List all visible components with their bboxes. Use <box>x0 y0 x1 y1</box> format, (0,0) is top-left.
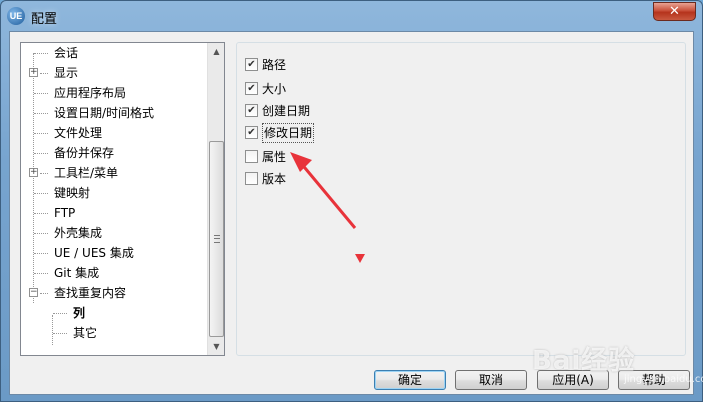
watermark-url: jingyan.baidu.com <box>624 374 703 385</box>
tree-connector <box>34 153 48 154</box>
tree-connector <box>34 113 48 114</box>
close-button[interactable]: ✕ <box>653 2 696 21</box>
tree-item-label: 查找重复内容 <box>54 286 127 300</box>
checkbox-checked-icon[interactable]: ✔ <box>245 58 258 71</box>
option-label: 路径 <box>262 58 287 72</box>
checkbox-checked-icon[interactable]: ✔ <box>245 126 258 139</box>
title-bar[interactable]: UE 配置 ✕ <box>1 1 702 31</box>
watermark: Bai经验 <box>532 346 636 376</box>
collapse-minus-icon[interactable]: − <box>29 288 38 297</box>
tree-item-label: 其它 <box>73 326 98 340</box>
tree-connector <box>34 53 48 54</box>
tree-connector <box>34 93 48 94</box>
tree-guide-line <box>33 53 34 303</box>
tree-connector <box>34 273 48 274</box>
window-title: 配置 <box>31 12 58 27</box>
tree-connector <box>53 333 67 334</box>
option-label: 属性 <box>262 150 287 164</box>
tree-item-label: 备份并保存 <box>54 146 115 160</box>
app-icon: UE <box>7 7 25 25</box>
scroll-down-icon[interactable]: ▼ <box>208 338 225 355</box>
scrollbar-thumb[interactable] <box>209 141 224 337</box>
tree-item-label: 设置日期/时间格式 <box>54 106 155 120</box>
option-label: 版本 <box>262 172 287 186</box>
option-label: 大小 <box>262 82 287 96</box>
tree-item-label: 应用程序布局 <box>54 86 127 100</box>
tree-item-label: 工具栏/菜单 <box>54 166 119 180</box>
tree-connector <box>34 193 48 194</box>
tree-item-label: 会话 <box>54 46 79 60</box>
tree-item-label: 键映射 <box>54 186 91 200</box>
tree-item-label: 列 <box>73 306 86 320</box>
tree-connector <box>40 173 48 174</box>
checkbox-checked-icon[interactable]: ✔ <box>245 104 258 117</box>
tree-connector <box>34 233 48 234</box>
ok-button[interactable]: 确定 <box>374 370 446 390</box>
checkbox-unchecked-icon[interactable] <box>245 150 258 163</box>
tree-item-label: UE / UES 集成 <box>54 246 134 260</box>
checkbox-checked-icon[interactable]: ✔ <box>245 82 258 95</box>
tree-scrollbar[interactable]: ▲ ▼ <box>207 43 224 355</box>
tree-item-label: Git 集成 <box>54 266 100 280</box>
expand-plus-icon[interactable]: + <box>29 168 38 177</box>
tree-item-label: 外壳集成 <box>54 226 103 240</box>
tree-guide-line-child <box>52 315 53 345</box>
tree-connector <box>34 213 48 214</box>
tree-item-label: FTP <box>54 206 76 220</box>
grip-icon <box>214 235 220 243</box>
option-label: 修改日期 <box>262 123 315 143</box>
settings-tree: 会话 + 显示 应用程序布局 设置日期/时间格式 文件处理 备份并保存 + 工具… <box>20 42 225 356</box>
expand-plus-icon[interactable]: + <box>29 68 38 77</box>
cancel-button[interactable]: 取消 <box>455 370 527 390</box>
tree-connector <box>40 73 48 74</box>
tree-connector <box>53 313 67 314</box>
checkbox-unchecked-icon[interactable] <box>245 172 258 185</box>
option-label: 创建日期 <box>262 104 311 118</box>
tree-connector <box>34 253 48 254</box>
tree-item-label: 显示 <box>54 66 79 80</box>
columns-options-panel: ✔ 路径 ✔ 大小 ✔ 创建日期 ✔ 修改日期 属性 版本 <box>236 42 686 356</box>
tree-item-label: 文件处理 <box>54 126 103 140</box>
scroll-up-icon[interactable]: ▲ <box>208 43 225 60</box>
tree-connector <box>40 293 48 294</box>
tree-connector <box>34 133 48 134</box>
